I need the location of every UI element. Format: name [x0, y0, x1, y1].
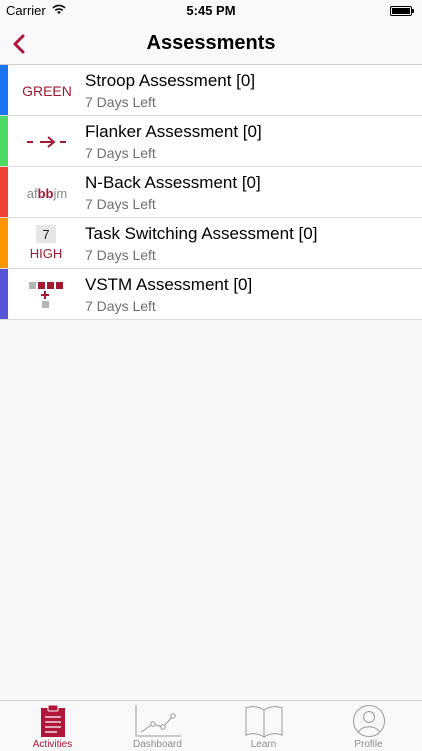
battery-icon: [390, 6, 416, 17]
person-icon: [352, 705, 385, 737]
tab-dashboard[interactable]: Dashboard: [105, 701, 210, 751]
assessment-days-left: 7 Days Left: [85, 247, 156, 263]
chart-icon: [135, 705, 181, 737]
book-icon: [245, 706, 282, 738]
tab-bar: Activities Dashboard Learn Profile: [0, 700, 422, 750]
flanker-icon: [27, 136, 66, 148]
assessment-title: Task Switching Assessment [0]: [85, 224, 318, 243]
assessment-title: VSTM Assessment [0]: [85, 275, 253, 294]
svg-text:7: 7: [42, 227, 49, 242]
task-switching-icon: 7 HIGH: [30, 225, 63, 261]
tab-activities[interactable]: Activities: [0, 701, 105, 751]
svg-text:afbbjm: afbbjm: [27, 186, 67, 201]
svg-text:HIGH: HIGH: [30, 246, 63, 261]
nback-icon: afbbjm: [27, 186, 67, 201]
tab-label: Learn: [250, 739, 277, 750]
assessment-row-stroop[interactable]: GREEN Stroop Assessment [0] 7 Days Left: [0, 65, 422, 116]
assessment-list: GREEN Stroop Assessment [0] 7 Days Left …: [0, 65, 422, 320]
color-strip: [0, 116, 8, 166]
assessment-row-task-switching[interactable]: 7 HIGH Task Switching Assessment [0] 7 D…: [0, 218, 422, 269]
status-bar: Carrier 5:45 PM: [0, 0, 422, 22]
tab-learn[interactable]: Learn: [211, 701, 316, 751]
assessment-row-flanker[interactable]: Flanker Assessment [0] 7 Days Left: [0, 116, 422, 167]
assessment-days-left: 7 Days Left: [85, 145, 156, 161]
color-strip: [0, 65, 8, 115]
page-title: Assessments: [146, 32, 276, 54]
assessment-title: Stroop Assessment [0]: [85, 71, 256, 90]
tab-profile[interactable]: Profile: [316, 701, 421, 751]
tab-label: Activities: [32, 739, 73, 750]
color-strip: [0, 218, 8, 268]
chevron-left-icon: [13, 34, 25, 54]
vstm-icon: [29, 282, 63, 308]
assessment-row-nback[interactable]: afbbjm N-Back Assessment [0] 7 Days Left: [0, 167, 422, 218]
back-button[interactable]: [6, 30, 34, 58]
assessment-row-vstm[interactable]: VSTM Assessment [0] 7 Days Left: [0, 269, 422, 320]
color-strip: [0, 269, 8, 319]
assessment-days-left: 7 Days Left: [85, 298, 156, 314]
clipboard-icon: [40, 704, 65, 737]
tab-label: Profile: [354, 739, 383, 750]
color-strip: [0, 167, 8, 217]
assessment-title: N-Back Assessment [0]: [85, 173, 261, 192]
status-time: 5:45 PM: [186, 3, 236, 18]
stroop-icon: GREEN: [22, 83, 72, 99]
assessment-days-left: 7 Days Left: [85, 94, 156, 110]
assessment-title: Flanker Assessment [0]: [85, 122, 262, 141]
tab-label: Dashboard: [133, 739, 182, 750]
stroop-icon-text: GREEN: [22, 83, 72, 99]
navigation-bar: Assessments: [0, 22, 422, 65]
assessment-days-left: 7 Days Left: [85, 196, 156, 212]
